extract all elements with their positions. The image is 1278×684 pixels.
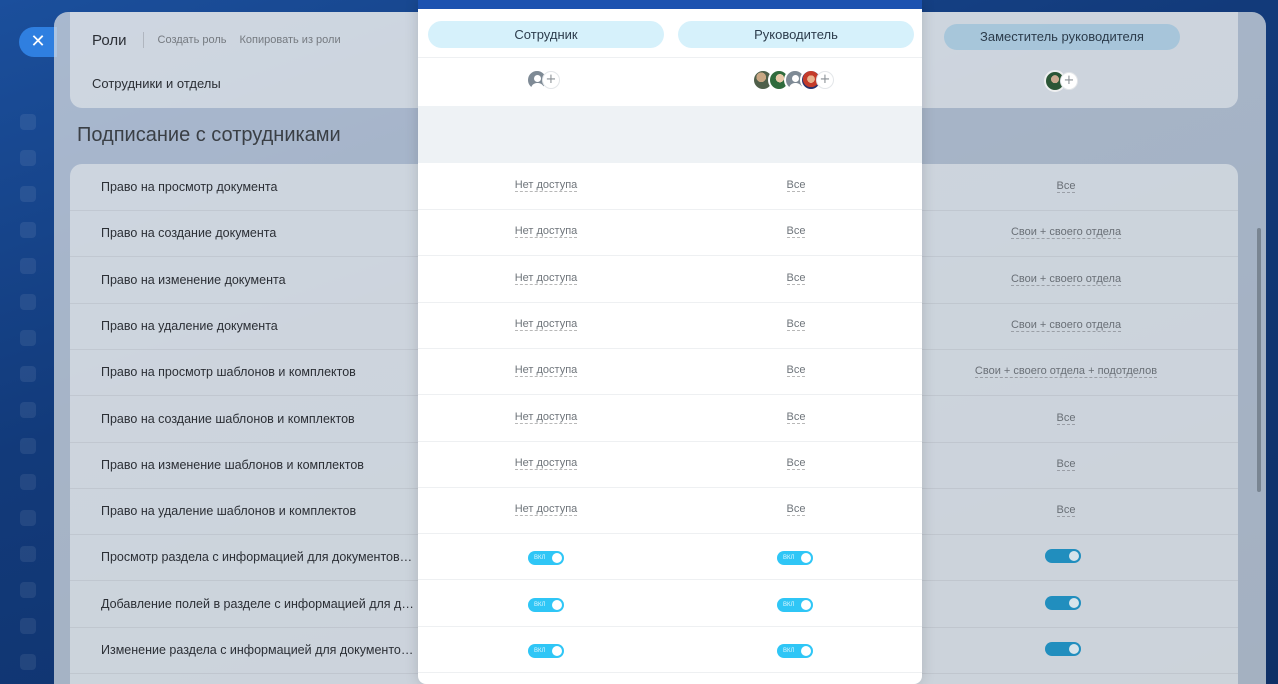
permission-value[interactable]: Все <box>678 225 914 239</box>
permission-value[interactable]: Нет доступа <box>428 503 664 517</box>
close-icon: ✕ <box>30 31 46 52</box>
table-row: Нет доступа Все <box>418 303 922 349</box>
permission-value[interactable]: Нет доступа <box>428 179 664 192</box>
sidebar-icon <box>20 546 36 562</box>
permission-value[interactable]: Все <box>678 364 914 378</box>
permission-toggle[interactable]: ВКЛ <box>528 597 564 612</box>
permission-toggle[interactable]: ВКЛ <box>777 551 813 566</box>
permission-value-text: Нет доступа <box>514 317 578 331</box>
permission-toggle[interactable]: ВКЛ <box>528 644 564 658</box>
permission-value-text: Нет доступа <box>514 271 578 285</box>
permission-toggle[interactable]: ВКЛ <box>528 551 564 566</box>
table-row: Нет доступа Все <box>418 488 922 535</box>
table-row: ВКЛ ВКЛ <box>418 581 922 627</box>
left-sidebar-shadow <box>14 90 44 684</box>
table-row: Нет доступа Все <box>418 396 922 442</box>
toggle-state-label: ВКЛ <box>534 555 546 562</box>
add-member-button[interactable]: + <box>1060 72 1078 90</box>
sidebar-icon <box>20 150 36 166</box>
add-member-button[interactable]: + <box>542 71 560 89</box>
focused-columns: Сотрудник Руководитель + + Нет доступа Вс… <box>418 0 922 684</box>
role-column-manager[interactable]: Руководитель <box>678 21 914 48</box>
permission-value[interactable]: Все <box>678 317 914 331</box>
toggle-state-label: ВКЛ <box>783 555 795 562</box>
divider <box>418 57 922 58</box>
toggle-state-label: ВКЛ <box>783 601 795 608</box>
permission-value-text: Все <box>786 317 806 331</box>
sidebar-icon <box>20 438 36 454</box>
toggle-state-label: ВКЛ <box>783 648 795 654</box>
sidebar-icon <box>20 258 36 274</box>
permission-value-text: Все <box>786 410 806 424</box>
permission-value[interactable]: Нет доступа <box>428 410 664 424</box>
permission-value-text: Все <box>786 364 806 378</box>
sidebar-icon <box>20 222 36 238</box>
sidebar-icon <box>20 402 36 418</box>
top-accent-bar <box>418 0 922 9</box>
permission-value[interactable]: Нет доступа <box>428 225 664 239</box>
add-member-button[interactable]: + <box>816 71 834 89</box>
sidebar-icon <box>20 582 36 598</box>
sidebar-icon <box>20 330 36 346</box>
section-header-spacer <box>418 106 922 163</box>
sidebar-icon <box>20 618 36 634</box>
manager-members: + <box>752 69 834 91</box>
permission-value-text: Нет доступа <box>514 179 578 192</box>
table-row: Нет доступа Все <box>418 210 922 257</box>
permission-value[interactable]: Все <box>678 179 914 192</box>
close-slider-button[interactable]: ✕ <box>19 27 57 57</box>
permission-value-text: Нет доступа <box>514 410 578 424</box>
sidebar-icon <box>20 366 36 382</box>
sidebar-icon <box>20 510 36 526</box>
permission-value[interactable]: Все <box>678 456 914 470</box>
table-row: Нет доступа Все <box>418 442 922 488</box>
permission-value[interactable]: Нет доступа <box>428 456 664 470</box>
permission-value-text: Нет доступа <box>514 364 578 378</box>
table-row: ВКЛ ВКЛ <box>418 534 922 581</box>
permission-value[interactable]: Все <box>678 271 914 285</box>
table-row: ВКЛ ВКЛ <box>418 627 922 673</box>
toggle-state-label: ВКЛ <box>534 601 546 608</box>
permission-value-text: Все <box>786 271 806 285</box>
sidebar-icon <box>20 186 36 202</box>
permission-value[interactable]: Все <box>678 410 914 424</box>
role-column-employee[interactable]: Сотрудник <box>428 21 664 48</box>
toggle-state-label: ВКЛ <box>534 648 546 654</box>
sidebar-icon <box>20 474 36 490</box>
permission-value-text: Все <box>786 179 806 192</box>
employee-members: + <box>526 69 560 91</box>
sidebar-icon <box>20 114 36 130</box>
permission-value-text: Нет доступа <box>514 225 578 239</box>
permission-value[interactable]: Все <box>678 503 914 517</box>
permission-value[interactable]: Нет доступа <box>428 317 664 331</box>
permission-value-text: Все <box>786 456 806 470</box>
permission-value[interactable]: Нет доступа <box>428 271 664 285</box>
table-row: Нет доступа Все <box>418 257 922 303</box>
permission-value-text: Нет доступа <box>514 503 578 517</box>
permission-toggle[interactable]: ВКЛ <box>777 597 813 612</box>
permission-value-text: Нет доступа <box>514 456 578 470</box>
table-row: Нет доступа Все <box>418 349 922 396</box>
permission-value[interactable]: Нет доступа <box>428 364 664 378</box>
sidebar-icon <box>20 654 36 670</box>
permission-toggle[interactable]: ВКЛ <box>777 644 813 658</box>
permission-value-text: Все <box>786 225 806 239</box>
table-row: Нет доступа Все <box>418 164 922 210</box>
permission-value-text: Все <box>786 503 806 517</box>
sidebar-icon <box>20 294 36 310</box>
